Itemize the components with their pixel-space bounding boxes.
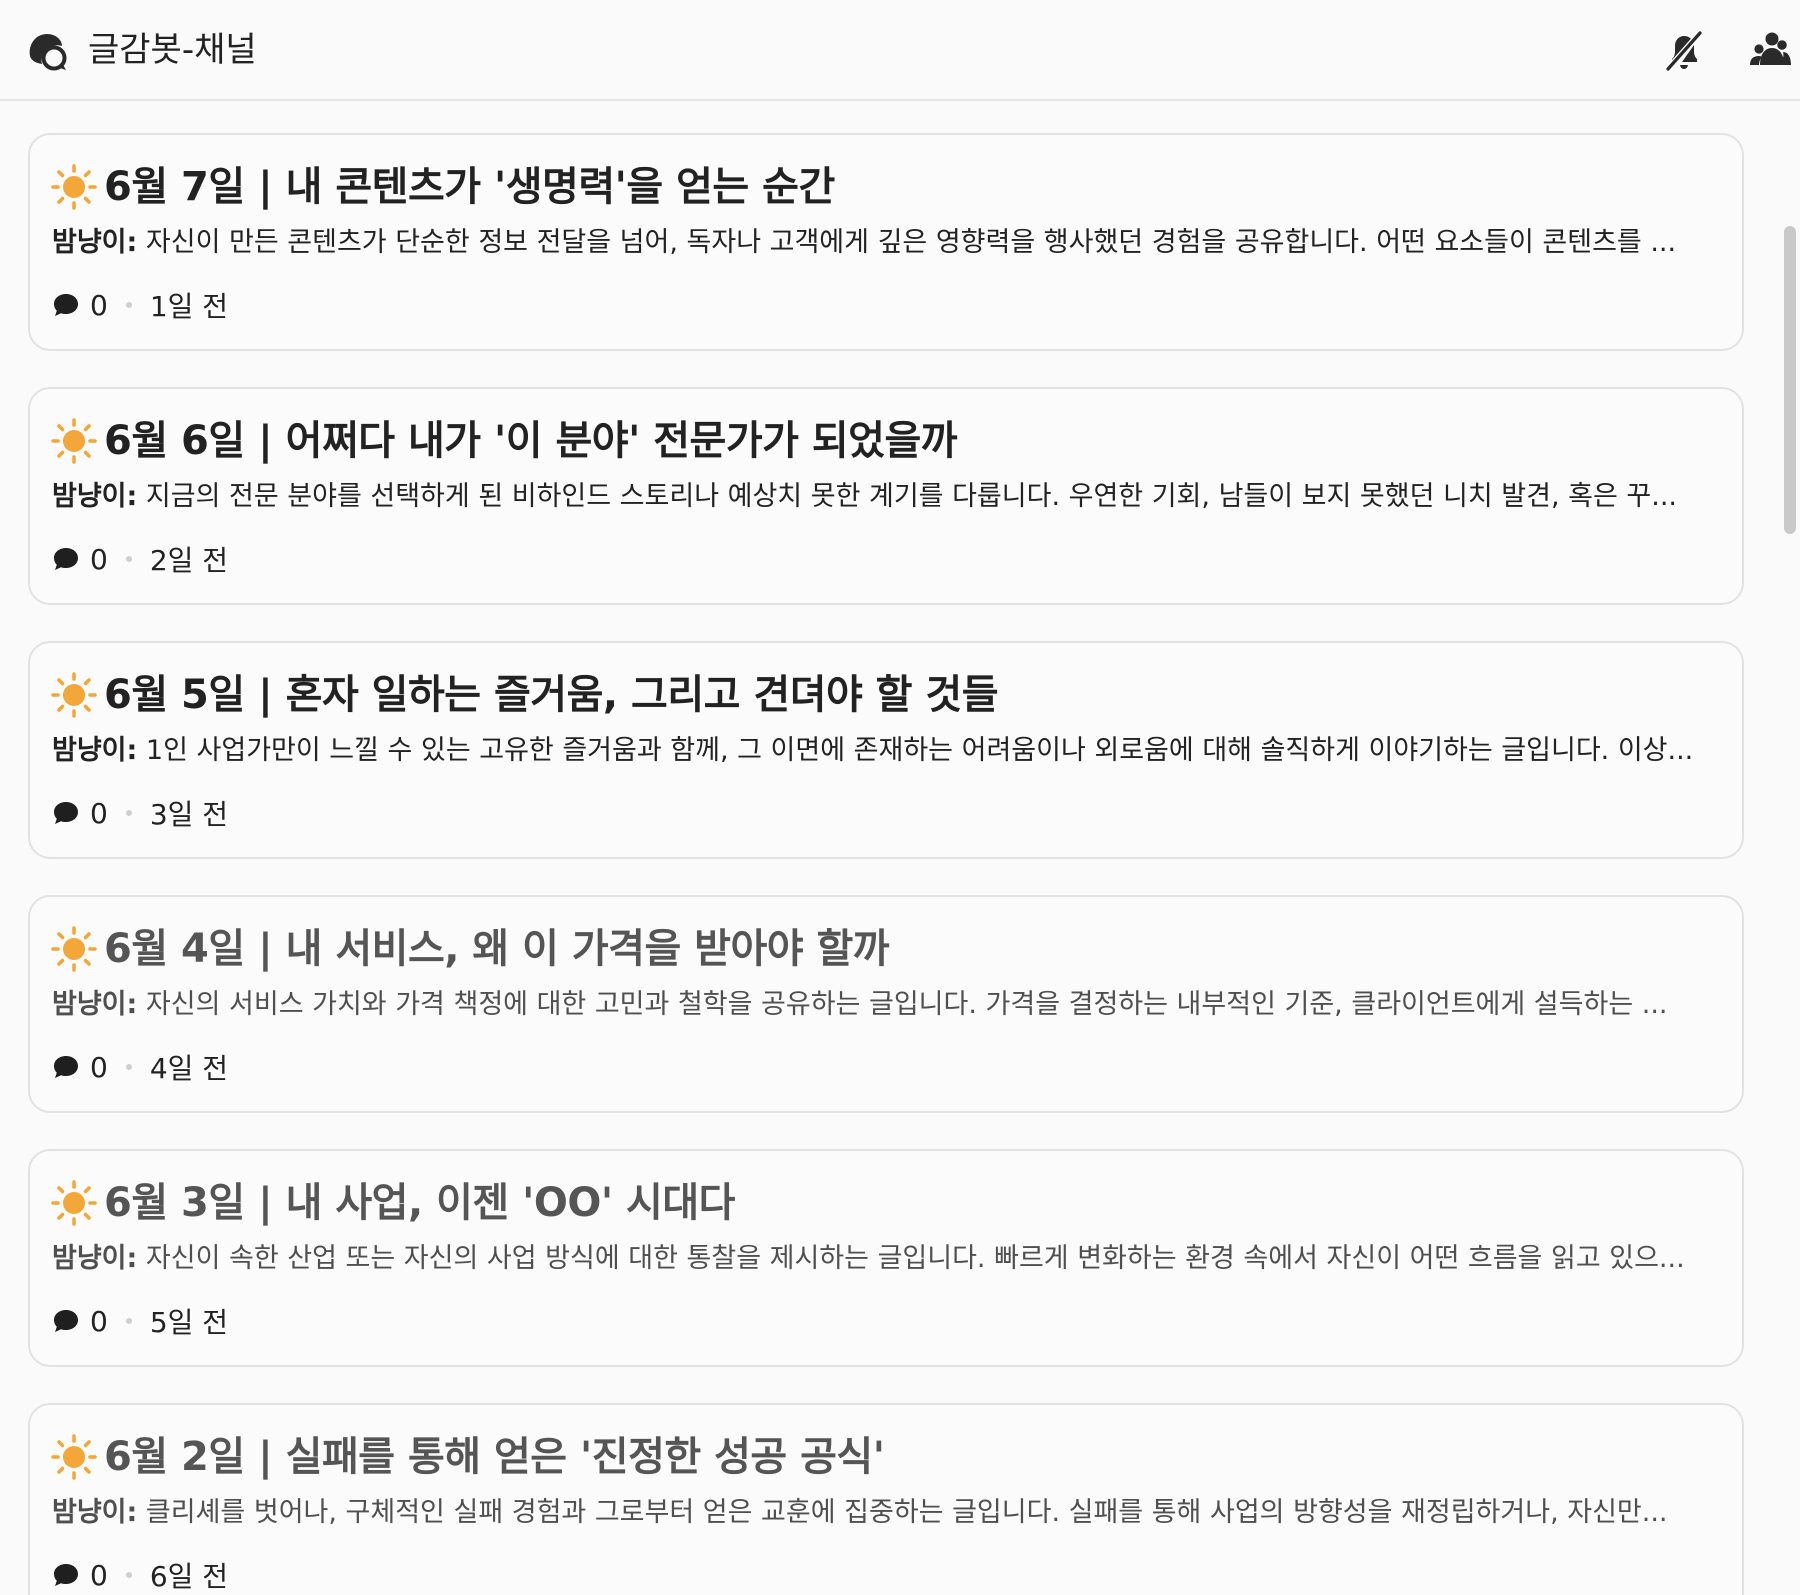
post-time: 4일 전 [149, 1052, 229, 1085]
post-time: 2일 전 [149, 544, 229, 577]
channel-header: 글감봇-채널 [0, 0, 1800, 101]
post-summary-text: 자신의 서비스 가치와 가격 책정에 대한 고민과 철학을 공유하는 글입니다.… [137, 989, 1668, 1020]
post-title: 6월 5일 | 혼자 일하는 즐거움, 그리고 견뎌야 할 것들 [50, 665, 999, 725]
channel-thread-icon [29, 34, 67, 71]
meta-separator-dot [125, 1064, 132, 1070]
post-time: 1일 전 [149, 290, 229, 323]
comment-count: 0 [90, 288, 108, 322]
comment-bubble-icon [54, 548, 78, 570]
post-author: 밤냥이: [52, 1497, 138, 1528]
meta-separator-dot [125, 1572, 132, 1578]
post-title: 6월 4일 | 내 서비스, 왜 이 가격을 받아야 할까 [50, 919, 890, 979]
channel-title: 글감봇-채널 [88, 30, 257, 70]
post-meta: 0 5일 전 [52, 1299, 228, 1343]
post-card[interactable]: 6월 2일 | 실패를 통해 얻은 '진정한 성공 공식' 밤냥이: 클리셰를 … [28, 1403, 1744, 1595]
post-summary: 밤냥이: 1인 사업가만이 느낄 수 있는 고유한 즐거움과 함께, 그 이면에… [52, 731, 1712, 771]
sun-icon [51, 926, 97, 972]
post-author: 밤냥이: [52, 989, 138, 1020]
post-meta: 0 6일 전 [52, 1553, 228, 1595]
post-author: 밤냥이: [52, 1243, 138, 1274]
comment-count: 0 [90, 1050, 108, 1084]
post-summary-text: 지금의 전문 분야를 선택하게 된 비하인드 스토리나 예상치 못한 계기를 다… [137, 481, 1677, 512]
meta-separator-dot [125, 302, 132, 308]
post-summary: 밤냥이: 클리셰를 벗어나, 구체적인 실패 경험과 그로부터 얻은 교훈에 집… [52, 1493, 1712, 1533]
post-title-text: 6월 5일 | 혼자 일하는 즐거움, 그리고 견뎌야 할 것들 [104, 672, 999, 718]
members-button[interactable] [1745, 26, 1795, 76]
post-summary: 밤냥이: 자신이 만든 콘텐츠가 단순한 정보 전달을 넘어, 독자나 고객에게… [52, 223, 1712, 263]
comment-count: 0 [90, 1558, 108, 1592]
post-title: 6월 2일 | 실패를 통해 얻은 '진정한 성공 공식' [50, 1427, 885, 1487]
post-summary: 밤냥이: 자신의 서비스 가치와 가격 책정에 대한 고민과 철학을 공유하는 … [52, 985, 1712, 1025]
post-title-text: 6월 4일 | 내 서비스, 왜 이 가격을 받아야 할까 [104, 926, 890, 972]
post-meta: 0 1일 전 [52, 283, 228, 327]
sun-icon [51, 672, 97, 718]
mute-notifications-button[interactable] [1659, 26, 1709, 76]
post-meta: 0 3일 전 [52, 791, 228, 835]
post-title-text: 6월 7일 | 내 콘텐츠가 '생명력'을 얻는 순간 [104, 164, 835, 210]
meta-separator-dot [125, 810, 132, 816]
meta-separator-dot [125, 556, 132, 562]
sun-icon [51, 164, 97, 210]
comment-bubble-icon [54, 1056, 78, 1078]
comment-bubble-icon [54, 1310, 78, 1332]
post-title-text: 6월 6일 | 어쩌다 내가 '이 분야' 전문가가 되었을까 [104, 418, 958, 464]
comment-count: 0 [90, 542, 108, 576]
post-author: 밤냥이: [52, 735, 138, 766]
scrollbar-thumb[interactable] [1784, 226, 1796, 534]
post-card[interactable]: 6월 4일 | 내 서비스, 왜 이 가격을 받아야 할까 밤냥이: 자신의 서… [28, 895, 1744, 1113]
comment-bubble-icon [54, 802, 78, 824]
bell-slash-icon [1665, 31, 1703, 71]
post-time: 3일 전 [149, 798, 229, 831]
sun-icon [51, 1180, 97, 1226]
post-title-text: 6월 2일 | 실패를 통해 얻은 '진정한 성공 공식' [104, 1434, 885, 1480]
post-meta: 0 2일 전 [52, 537, 228, 581]
post-title: 6월 7일 | 내 콘텐츠가 '생명력'을 얻는 순간 [50, 157, 835, 217]
post-list: 6월 7일 | 내 콘텐츠가 '생명력'을 얻는 순간 밤냥이: 자신이 만든 … [0, 101, 1760, 1595]
post-meta: 0 4일 전 [52, 1045, 228, 1089]
post-title: 6월 3일 | 내 사업, 이젠 'OO' 시대다 [50, 1173, 735, 1233]
post-card[interactable]: 6월 6일 | 어쩌다 내가 '이 분야' 전문가가 되었을까 밤냥이: 지금의… [28, 387, 1744, 605]
post-author: 밤냥이: [52, 227, 138, 258]
post-summary-text: 자신이 만든 콘텐츠가 단순한 정보 전달을 넘어, 독자나 고객에게 깊은 영… [137, 227, 1677, 258]
comment-bubble-icon [54, 1564, 78, 1586]
comment-count: 0 [90, 796, 108, 830]
post-card[interactable]: 6월 3일 | 내 사업, 이젠 'OO' 시대다 밤냥이: 자신이 속한 산업… [28, 1149, 1744, 1367]
post-title-text: 6월 3일 | 내 사업, 이젠 'OO' 시대다 [104, 1180, 735, 1226]
post-card[interactable]: 6월 5일 | 혼자 일하는 즐거움, 그리고 견뎌야 할 것들 밤냥이: 1인… [28, 641, 1744, 859]
post-time: 5일 전 [149, 1306, 229, 1339]
comment-count: 0 [90, 1304, 108, 1338]
post-summary-text: 클리셰를 벗어나, 구체적인 실패 경험과 그로부터 얻은 교훈에 집중하는 글… [137, 1497, 1668, 1528]
post-summary: 밤냥이: 지금의 전문 분야를 선택하게 된 비하인드 스토리나 예상치 못한 … [52, 477, 1712, 517]
sun-icon [51, 418, 97, 464]
post-summary-text: 1인 사업가만이 느낄 수 있는 고유한 즐거움과 함께, 그 이면에 존재하는… [137, 735, 1694, 766]
post-time: 6일 전 [149, 1560, 229, 1593]
comment-bubble-icon [54, 294, 78, 316]
post-summary-text: 자신이 속한 산업 또는 자신의 사업 방식에 대한 통찰을 제시하는 글입니다… [137, 1243, 1685, 1274]
meta-separator-dot [125, 1318, 132, 1324]
post-title: 6월 6일 | 어쩌다 내가 '이 분야' 전문가가 되었을까 [50, 411, 958, 471]
sun-icon [51, 1434, 97, 1480]
post-author: 밤냥이: [52, 481, 138, 512]
members-icon [1750, 32, 1791, 65]
post-card[interactable]: 6월 7일 | 내 콘텐츠가 '생명력'을 얻는 순간 밤냥이: 자신이 만든 … [28, 133, 1744, 351]
post-summary: 밤냥이: 자신이 속한 산업 또는 자신의 사업 방식에 대한 통찰을 제시하는… [52, 1239, 1712, 1279]
